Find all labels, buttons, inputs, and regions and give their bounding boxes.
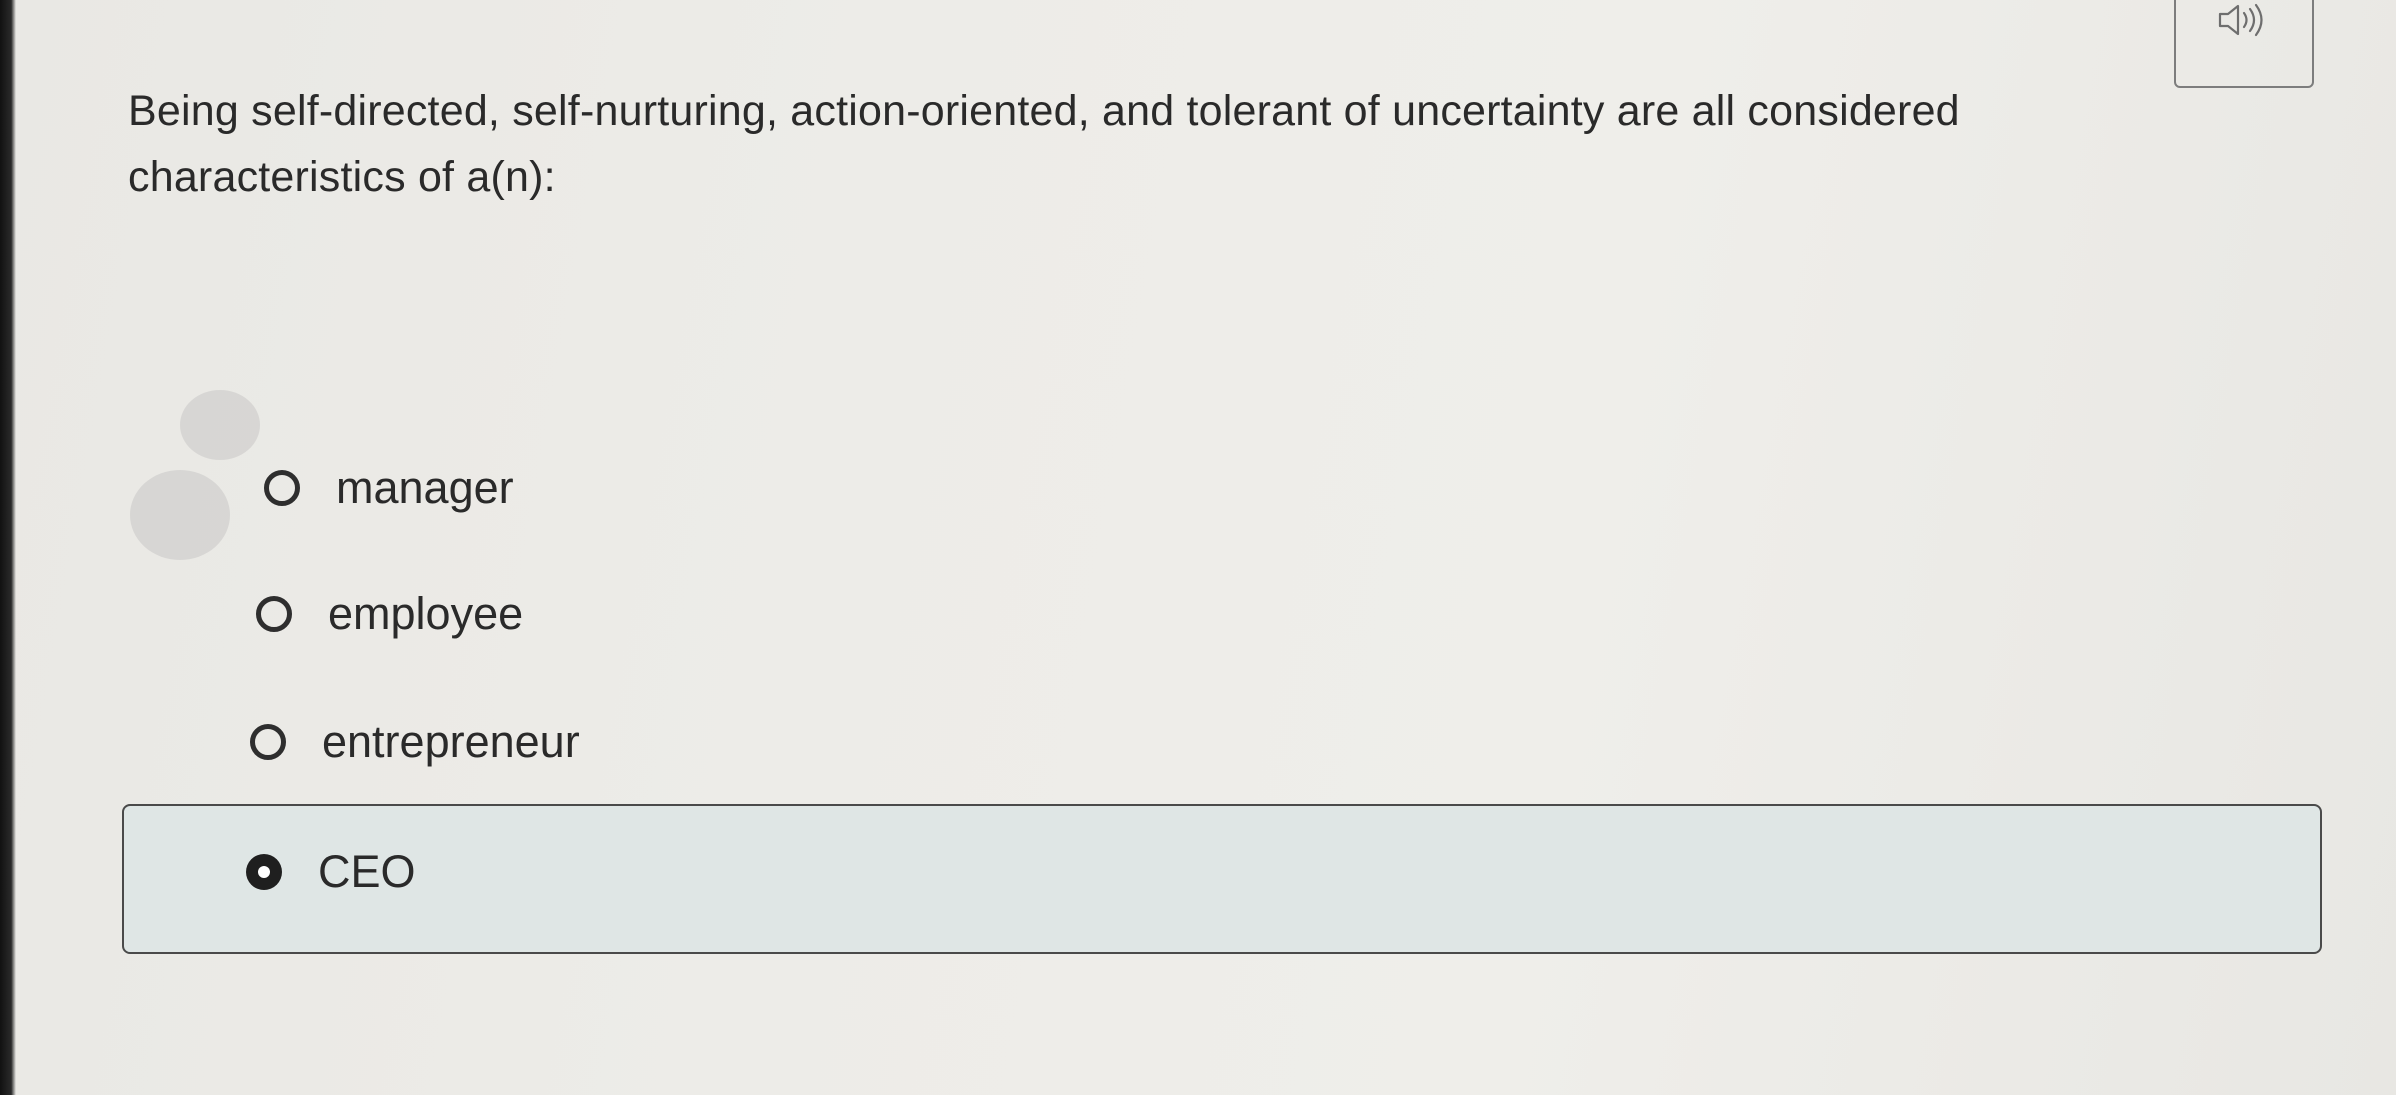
option-label: employee [328, 588, 524, 639]
option-entrepreneur[interactable]: entrepreneur [250, 716, 580, 768]
screen-smudge [130, 470, 230, 560]
radio-dot [258, 866, 270, 878]
screen-bezel [0, 0, 16, 1095]
option-label: manager [336, 462, 514, 513]
question-text: Being self-directed, self-nurturing, act… [128, 87, 1960, 201]
option-employee[interactable]: employee [256, 588, 523, 640]
option-ceo[interactable]: CEO [246, 846, 416, 898]
radio-button[interactable] [250, 724, 286, 760]
radio-button[interactable] [264, 470, 300, 506]
selected-option-highlight[interactable] [122, 804, 2322, 954]
screen-smudge [180, 390, 260, 460]
speaker-icon [2216, 3, 2272, 42]
radio-button-selected[interactable] [246, 854, 282, 890]
audio-button[interactable] [2174, 0, 2314, 88]
option-manager[interactable]: manager [264, 462, 514, 514]
radio-button[interactable] [256, 596, 292, 632]
option-label: entrepreneur [322, 716, 580, 767]
option-label: CEO [318, 846, 416, 897]
